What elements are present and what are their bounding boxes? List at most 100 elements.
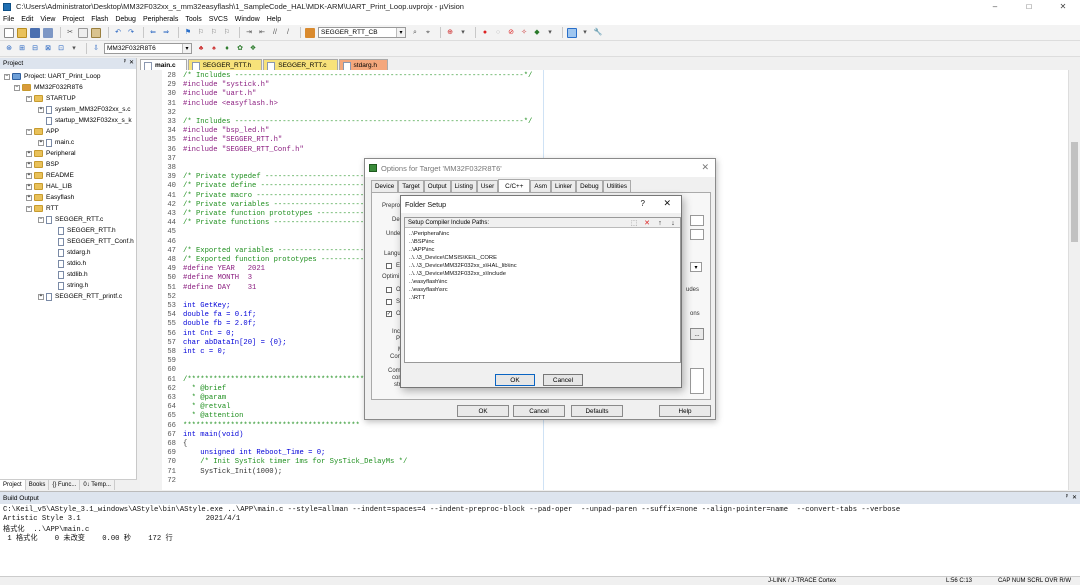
minimize-button[interactable]: –: [978, 0, 1012, 13]
paste-icon[interactable]: [91, 27, 101, 38]
comment-icon[interactable]: //: [270, 28, 280, 38]
tab-project[interactable]: Project: [0, 480, 26, 490]
menu-project[interactable]: Project: [62, 16, 84, 23]
configure-icon[interactable]: ◆: [532, 28, 542, 38]
menu-svcs[interactable]: SVCS: [209, 16, 228, 23]
zoom-icon[interactable]: ⊕: [445, 28, 455, 38]
tree-item-hal-lib[interactable]: + HAL_LIB: [26, 181, 72, 192]
find-combo[interactable]: SEGGER_RTT_CB ▾: [318, 27, 406, 38]
include-path-item[interactable]: ..\BSP\inc: [409, 239, 434, 245]
expand-icon[interactable]: +: [26, 161, 32, 168]
menu-flash[interactable]: Flash: [91, 16, 108, 23]
rebuild-icon[interactable]: ⊟: [30, 44, 40, 54]
cut-icon[interactable]: ✂: [65, 28, 75, 38]
include-path-item[interactable]: ..\APP\inc: [409, 247, 434, 253]
expand-icon[interactable]: +: [38, 139, 44, 146]
expand-icon[interactable]: +: [26, 183, 32, 190]
file-extensions-icon[interactable]: ♠: [209, 44, 219, 54]
tree-item-startup[interactable]: − STARTUP: [26, 93, 76, 104]
close-button[interactable]: ✕: [1046, 0, 1080, 13]
include-path-item[interactable]: ..\RTT: [409, 295, 425, 301]
chevron-down-icon[interactable]: ▾: [690, 262, 702, 272]
navigate-back-icon[interactable]: ⇐: [148, 28, 158, 38]
close-icon[interactable]: ✕: [701, 162, 709, 173]
tree-item-startup-file[interactable]: startup_MM32F032xx_s_k: [46, 115, 132, 126]
tree-item-string[interactable]: string.h: [58, 280, 88, 291]
tree-item-stdarg[interactable]: stdarg.h: [58, 247, 91, 258]
expand-icon[interactable]: +: [26, 194, 32, 201]
undefine-input[interactable]: [690, 229, 704, 240]
tab-functions[interactable]: {} Func...: [49, 480, 81, 490]
menu-edit[interactable]: Edit: [21, 16, 33, 23]
options-help-button[interactable]: Help: [659, 405, 711, 417]
chevron-down-icon[interactable]: ▾: [182, 44, 191, 53]
tab-target[interactable]: Target: [398, 180, 424, 192]
menu-view[interactable]: View: [40, 16, 55, 23]
move-down-icon[interactable]: ↓: [669, 219, 677, 227]
find-in-files-icon[interactable]: [305, 27, 315, 38]
target-options-icon[interactable]: ♣: [196, 44, 206, 54]
clear-bookmarks-icon[interactable]: ⚐: [222, 28, 232, 38]
tree-item-target[interactable]: − MM32F032R8T6: [14, 82, 83, 93]
breakpoint-icon[interactable]: ●: [480, 28, 490, 38]
pin-icon[interactable]: ᵖ: [124, 59, 126, 65]
close-icon[interactable]: ✕: [663, 198, 671, 209]
tab-listing[interactable]: Listing: [450, 180, 477, 192]
configure-dropdown-icon[interactable]: ▾: [545, 28, 555, 38]
tree-item-project-root[interactable]: − Project: UART_Print_Loop: [4, 71, 100, 82]
tab-debug[interactable]: Debug: [576, 180, 603, 192]
tree-item-readme[interactable]: + README: [26, 170, 74, 181]
tab-utilities[interactable]: Utilities: [602, 180, 631, 192]
tools-wrench-icon[interactable]: 🔧: [593, 28, 603, 38]
options-ok-button[interactable]: OK: [457, 405, 509, 417]
execute-only-checkbox[interactable]: [386, 263, 392, 269]
compiler-control-string-scroll[interactable]: [690, 368, 704, 394]
include-path-item[interactable]: ..\easyflash\src: [409, 287, 448, 293]
define-input[interactable]: [690, 215, 704, 226]
menu-window[interactable]: Window: [235, 16, 260, 23]
scrollbar-thumb[interactable]: [1071, 142, 1078, 242]
tree-item-stdlib[interactable]: stdlib.h: [58, 269, 88, 280]
tab-stdarg-h[interactable]: stdarg.h: [338, 59, 389, 71]
tree-item-main-c[interactable]: + main.c: [38, 137, 74, 148]
tree-item-easyflash[interactable]: + Easyflash: [26, 192, 74, 203]
collapse-icon[interactable]: −: [26, 205, 32, 212]
download-icon[interactable]: ⇩: [91, 44, 101, 54]
tree-item-segger-rtt-h[interactable]: SEGGER_RTT.h: [58, 225, 116, 236]
close-icon[interactable]: ✕: [129, 59, 134, 66]
tree-item-segger-rtt-conf[interactable]: SEGGER_RTT_Conf.h: [58, 236, 134, 247]
layout-dropdown-icon[interactable]: ▾: [580, 28, 590, 38]
include-path-item[interactable]: ..\Peripheral\inc: [409, 231, 449, 237]
target-select[interactable]: MM32F032R8T6 ▾: [104, 43, 192, 54]
pack-installer-icon[interactable]: ❖: [248, 44, 258, 54]
manage-components-icon[interactable]: ♦: [222, 44, 232, 54]
debug-restore-icon[interactable]: ✧: [519, 28, 529, 38]
expand-icon[interactable]: +: [38, 106, 44, 113]
indent-icon[interactable]: ⇥: [244, 28, 254, 38]
tab-books[interactable]: Books: [26, 480, 50, 490]
tab-main-c[interactable]: main.c: [140, 59, 187, 71]
prev-bookmark-icon[interactable]: ⚐: [196, 28, 206, 38]
tree-item-peripheral[interactable]: + Peripheral: [26, 148, 76, 159]
stop-build-icon[interactable]: ⊡: [56, 44, 66, 54]
editor-vertical-scrollbar[interactable]: [1068, 70, 1080, 490]
tab-output[interactable]: Output: [423, 180, 451, 192]
collapse-icon[interactable]: −: [14, 84, 20, 91]
tree-item-segger-rtt-c[interactable]: − SEGGER_RTT.c: [38, 214, 103, 225]
undo-icon[interactable]: ↶: [113, 28, 123, 38]
tab-segger-rtt-c[interactable]: SEGGER_RTT.c: [263, 59, 338, 71]
new-file-icon[interactable]: [4, 27, 14, 38]
close-icon[interactable]: ✕: [1072, 494, 1077, 501]
include-path-item[interactable]: ..\..\3_Device\MM32F032xx_s\Include: [409, 271, 506, 277]
menu-tools[interactable]: Tools: [185, 16, 201, 23]
kill-breakpoints-icon[interactable]: ⊘: [506, 28, 516, 38]
select-packs-icon[interactable]: ✿: [235, 44, 245, 54]
build-icon[interactable]: ⊞: [17, 44, 27, 54]
menu-debug[interactable]: Debug: [115, 16, 136, 23]
editor-breakpoint-margin[interactable]: [140, 70, 162, 490]
tree-item-rtt[interactable]: − RTT: [26, 203, 59, 214]
folder-ok-button[interactable]: OK: [495, 374, 535, 386]
menu-peripherals[interactable]: Peripherals: [143, 16, 178, 23]
open-folder-icon[interactable]: [17, 27, 27, 38]
expand-icon[interactable]: +: [26, 150, 32, 157]
